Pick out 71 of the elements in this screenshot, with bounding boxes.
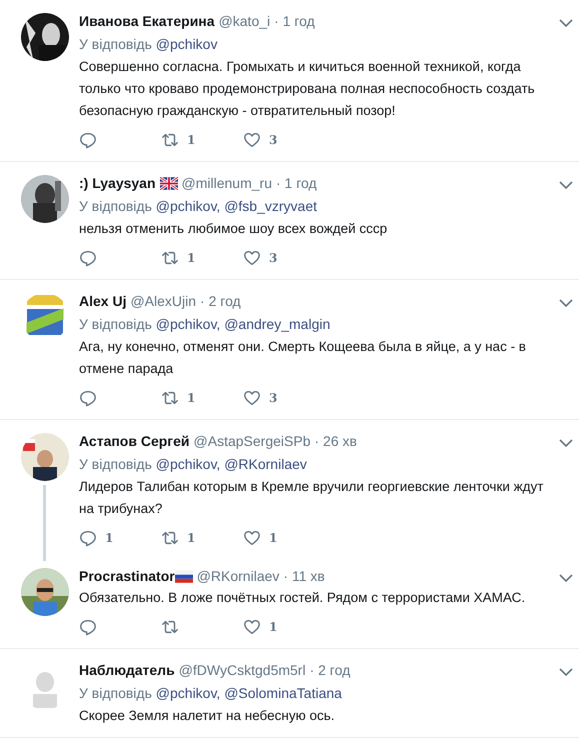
retweet-button[interactable]: 1 <box>161 527 243 549</box>
timestamp[interactable]: · 2 год <box>310 660 350 680</box>
mention-link[interactable]: @fsb_vzryvaet <box>224 198 318 214</box>
timestamp[interactable]: · 1 год <box>274 11 315 31</box>
user-name[interactable]: Alex Uj <box>79 291 126 311</box>
retweet-icon <box>161 249 179 267</box>
mention-link[interactable]: @pchikov <box>156 36 218 52</box>
tweet-text: нельзя отменить любимое шоу всех вождей ссср <box>79 220 388 238</box>
caret-icon[interactable] <box>559 667 573 677</box>
tweet-text: Лидеров Талибан которым в Кремле вручили георгиевские ленточки ждут на трибунах? <box>79 478 544 518</box>
mention-link[interactable]: @pchikov, <box>156 685 220 701</box>
reply-line: У відповідь @pchikov <box>79 35 218 54</box>
user-name[interactable]: Астапов Сергей <box>79 431 190 451</box>
caret-icon[interactable] <box>559 18 573 28</box>
user-name[interactable]: Procrastinator <box>79 566 175 586</box>
retweet-icon <box>161 529 179 547</box>
mention-link[interactable]: @pchikov, <box>156 198 220 214</box>
flag-icon <box>160 176 178 190</box>
speech-bubble-icon <box>79 618 97 636</box>
heart-icon <box>243 529 261 547</box>
user-handle[interactable]: @AstapSergeiSPb <box>194 431 310 451</box>
heart-icon <box>243 249 261 267</box>
user-handle[interactable]: @RKornilaev <box>196 566 280 586</box>
speech-bubble-icon <box>79 529 97 547</box>
timestamp[interactable]: · 26 хв <box>314 431 357 451</box>
heart-icon <box>243 131 261 149</box>
tweet-text: Ага, ну конечно, отменят они. Смерть Кощеева была в яйце, а у нас - в отмене парада <box>79 338 527 378</box>
caret-icon[interactable] <box>559 298 573 308</box>
caret-icon[interactable] <box>559 573 573 583</box>
user-name[interactable]: Иванова Екатерина <box>79 11 215 31</box>
heart-icon <box>243 389 261 407</box>
like-button[interactable]: 3 <box>243 247 325 269</box>
user-name[interactable]: Наблюдатель <box>79 660 175 680</box>
mention-link[interactable]: @RKornilaev <box>224 456 307 472</box>
timestamp[interactable]: · 2 год <box>200 291 241 311</box>
tweet-text: Скорее Земля налетит на небесную ось. <box>79 707 336 725</box>
retweet-button[interactable]: 1 <box>161 387 243 409</box>
reply-line: У відповідь @pchikov, @RKornilaev <box>79 455 308 474</box>
mention-link[interactable]: @pchikov, <box>156 316 220 332</box>
speech-bubble-icon <box>79 131 97 149</box>
user-handle[interactable]: @AlexUjin <box>130 291 196 311</box>
retweet-button[interactable]: 1 <box>161 129 243 151</box>
speech-bubble-icon <box>79 389 97 407</box>
reply-button[interactable]: 1 <box>79 527 161 549</box>
heart-icon <box>243 618 261 636</box>
retweet-icon <box>161 131 179 149</box>
retweet-icon <box>161 618 179 636</box>
timestamp[interactable]: · 11 хв <box>283 566 325 586</box>
retweet-icon <box>161 389 179 407</box>
retweet-button[interactable]: 1 <box>161 247 243 269</box>
like-button[interactable]: 1 <box>243 616 325 638</box>
caret-icon[interactable] <box>559 438 573 448</box>
like-button[interactable]: 3 <box>243 129 325 151</box>
user-name[interactable]: :) Lyaysyan <box>79 173 156 193</box>
user-handle[interactable]: @kato_i <box>218 11 270 31</box>
mention-link[interactable]: @andrey_malgin <box>224 316 330 332</box>
user-handle[interactable]: @millenum_ru <box>182 173 272 193</box>
tweet-text: Совершенно согласна. Громыхать и кичиться военной техникой, когда только что кроваво продемонстрирована полная неспособность создать безопасную гражданскую - отвратительный позор! <box>79 58 536 120</box>
mention-link[interactable]: @pchikov, <box>156 456 220 472</box>
reply-line: У відповідь @pchikov, @andrey_malgin <box>79 315 332 334</box>
caret-icon[interactable] <box>559 180 573 190</box>
like-button[interactable]: 3 <box>243 387 325 409</box>
flag-icon <box>174 570 193 582</box>
mention-link[interactable]: @SolominaTatiana <box>224 685 342 701</box>
reply-line: У відповідь @pchikov, @fsb_vzryvaet <box>79 197 318 216</box>
tweet-text: Обязательно. В ложе почётных гостей. Рядом с террористами ХАМАС. <box>79 589 526 607</box>
user-handle[interactable]: @fDWyCsktgd5m5rl <box>178 660 306 680</box>
reply-line: У відповідь @pchikov, @SolominaTatiana <box>79 684 343 703</box>
speech-bubble-icon <box>79 249 97 267</box>
like-button[interactable]: 1 <box>243 527 325 549</box>
timestamp[interactable]: · 1 год <box>276 173 317 193</box>
